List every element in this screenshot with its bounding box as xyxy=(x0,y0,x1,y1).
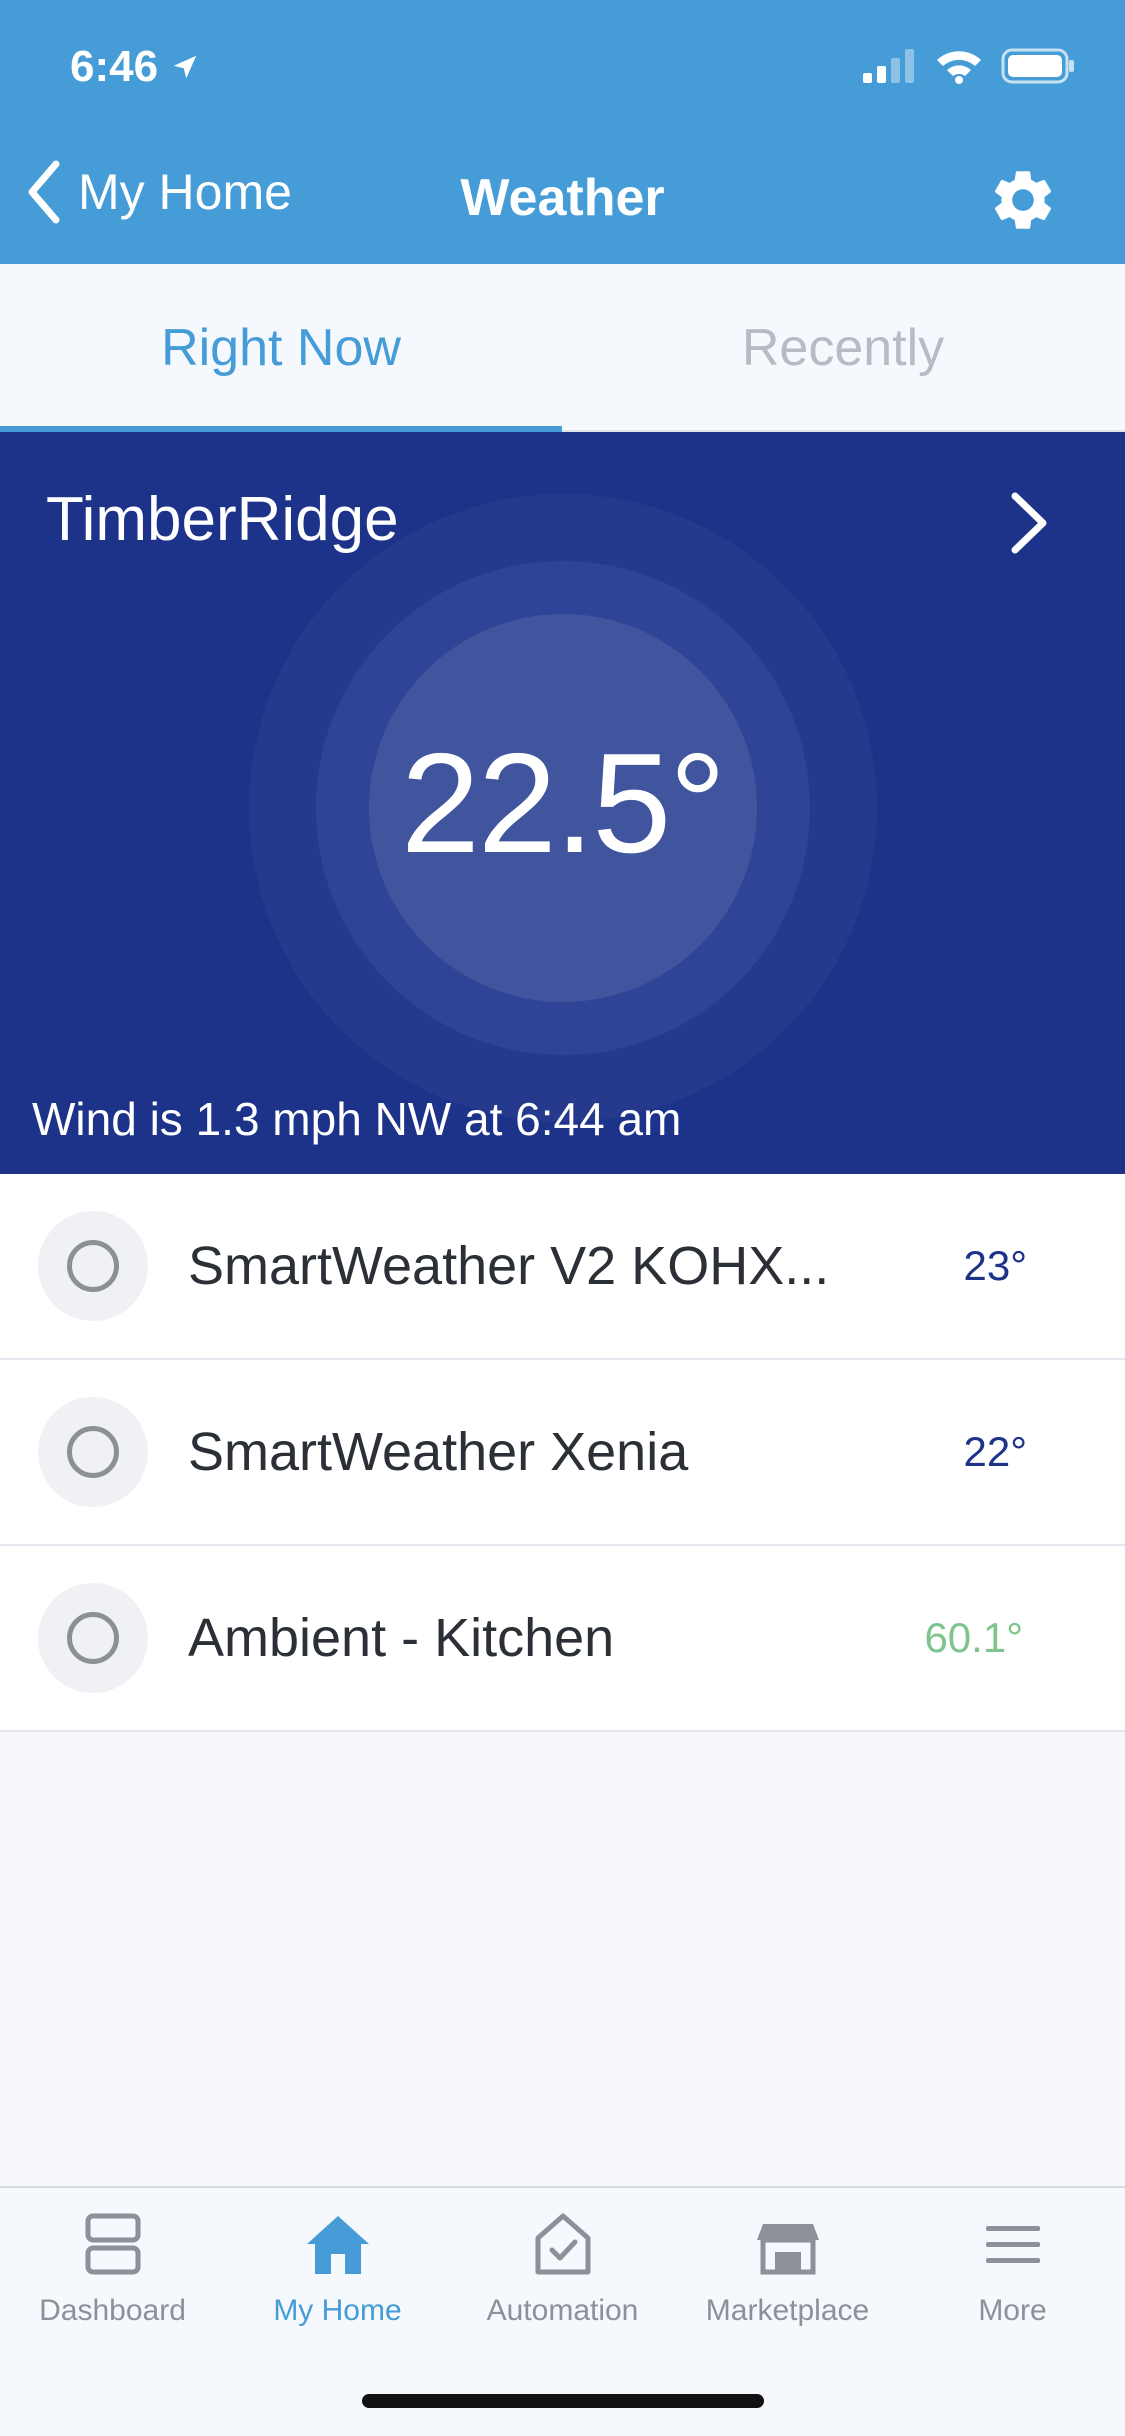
marketplace-icon xyxy=(756,2224,819,2275)
chevron-right-icon[interactable] xyxy=(1005,490,1053,556)
home-indicator xyxy=(362,2394,764,2408)
location-name: TimberRidge xyxy=(46,485,399,554)
tab-dashboard-label: Dashboard xyxy=(39,2294,186,2327)
menu-icon xyxy=(985,2226,1040,2263)
wind-info: Wind is 1.3 mph NW at 6:44 am xyxy=(32,1093,682,1145)
circle-icon xyxy=(67,1240,119,1292)
status-time: 6:46 xyxy=(70,42,200,92)
weather-hero-card[interactable]: TimberRidge 22.5° Wind is 1.3 mph NW at … xyxy=(0,432,1125,1174)
tab-my-home-label: My Home xyxy=(273,2294,402,2327)
tab-automation[interactable]: Automation xyxy=(450,2210,675,2360)
device-status-icon xyxy=(38,1397,148,1507)
device-status-icon xyxy=(38,1211,148,1321)
tab-more-label: More xyxy=(978,2294,1047,2327)
tab-recently[interactable]: Recently xyxy=(562,264,1124,432)
dashboard-icon xyxy=(85,2213,140,2275)
tab-my-home[interactable]: My Home xyxy=(225,2210,450,2360)
battery-icon xyxy=(1001,48,1074,84)
wifi-icon xyxy=(937,51,981,84)
device-status-icon xyxy=(38,1583,148,1693)
segment-tabs: Right Now Recently xyxy=(0,264,1125,432)
signal-icon xyxy=(863,49,914,83)
list-item[interactable]: SmartWeather Xenia 22° xyxy=(0,1360,1125,1546)
tab-marketplace[interactable]: Marketplace xyxy=(675,2210,900,2360)
app-header: 6:46 My Home Weather xyxy=(0,0,1125,264)
list-item[interactable]: SmartWeather V2 KOHX... 23° xyxy=(0,1174,1125,1360)
current-temperature: 22.5° xyxy=(400,724,726,883)
automation-icon xyxy=(535,2213,590,2275)
device-name: SmartWeather V2 KOHX... xyxy=(188,1236,830,1296)
gear-icon[interactable] xyxy=(987,164,1059,236)
status-indicators xyxy=(863,48,1075,84)
tab-marketplace-label: Marketplace xyxy=(705,2294,870,2327)
page-title: Weather xyxy=(460,169,665,227)
device-list: SmartWeather V2 KOHX... 23° SmartWeather… xyxy=(0,1174,1125,1732)
device-name: SmartWeather Xenia xyxy=(188,1422,689,1482)
device-temperature: 22° xyxy=(963,1428,1027,1475)
status-time-text: 6:46 xyxy=(70,42,159,91)
location-arrow-icon xyxy=(173,55,197,79)
device-temperature: 23° xyxy=(963,1242,1027,1289)
list-item[interactable]: Ambient - Kitchen 60.1° xyxy=(0,1546,1125,1732)
home-icon xyxy=(306,2216,369,2274)
device-name: Ambient - Kitchen xyxy=(188,1608,615,1668)
tab-right-now[interactable]: Right Now xyxy=(0,264,562,432)
circle-icon xyxy=(67,1426,119,1478)
device-temperature: 60.1° xyxy=(924,1614,1023,1661)
tab-more[interactable]: More xyxy=(900,2210,1125,2360)
circle-icon xyxy=(67,1612,119,1664)
tab-dashboard[interactable]: Dashboard xyxy=(0,2210,225,2360)
tab-automation-label: Automation xyxy=(486,2294,639,2327)
